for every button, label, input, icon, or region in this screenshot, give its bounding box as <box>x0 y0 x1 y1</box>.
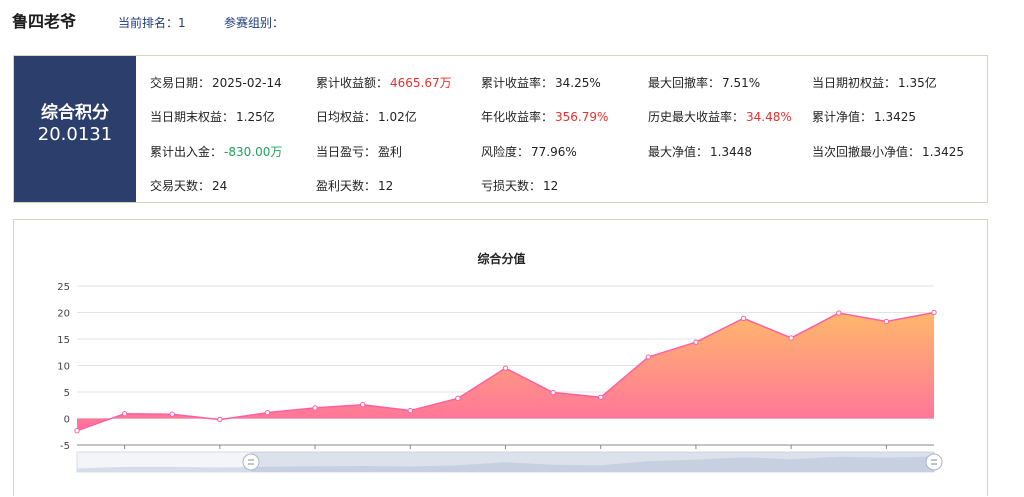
data-zoom-slider <box>76 451 943 473</box>
data-point <box>455 395 461 402</box>
data-point <box>217 416 223 423</box>
stat-value: 77.96% <box>531 145 577 159</box>
stat-value: 1.3425 <box>922 145 965 159</box>
stat-item: 当日期末权益： 1.25亿 <box>150 108 275 125</box>
data-point <box>359 402 366 408</box>
stat-value: 24 <box>212 179 228 193</box>
rank-label: 当前排名： <box>118 16 179 30</box>
stat-label: 年化收益率： <box>481 110 554 124</box>
stat-value: 356.79% <box>555 110 609 124</box>
stat-value: 7.51% <box>722 76 761 90</box>
composite-score-box: 综合积分 20.0131 <box>14 56 136 202</box>
stat-item: 累计收益率： 34.25% <box>481 74 601 91</box>
stat-item: 累计收益额： 4665.67万 <box>316 74 452 91</box>
stat-label: 当次回撤最小净值： <box>812 145 921 159</box>
stat-item: 累计出入金： -830.00万 <box>150 143 282 160</box>
group-label: 参赛组别： <box>224 16 285 30</box>
zoom-handle[interactable] <box>925 453 943 471</box>
stat-item: 最大回撤率： 7.51% <box>648 74 760 91</box>
stat-item: 年化收益率： 356.79% <box>481 108 608 125</box>
data-point <box>788 335 794 341</box>
stat-value: 2025-02-14 <box>212 76 282 90</box>
stat-label: 累计净值： <box>812 110 873 124</box>
stat-label: 交易日期： <box>150 76 211 90</box>
y-tick-label: 0 <box>64 415 70 426</box>
data-point <box>550 389 556 396</box>
stat-item: 历史最大收益率： 34.48% <box>648 108 792 125</box>
player-name: 鲁四老爷 <box>12 12 77 31</box>
stat-label: 日均权益： <box>316 110 377 124</box>
rank-value: 1 <box>178 16 186 30</box>
data-point <box>169 411 175 417</box>
y-tick-label: -5 <box>60 441 70 452</box>
y-tick-label: 10 <box>57 362 70 373</box>
data-point <box>598 394 604 401</box>
stat-value: 1.3448 <box>710 145 753 159</box>
stat-value: 1.3425 <box>874 110 917 124</box>
stat-value: 4665.67万 <box>390 76 452 90</box>
chart-panel: 综合分值 -50510152025 2025-01-142025-01-1620… <box>13 219 988 496</box>
stat-value: -830.00万 <box>224 145 283 159</box>
data-point <box>931 309 937 316</box>
stat-label: 历史最大收益率： <box>648 110 745 124</box>
stat-value: 34.48% <box>746 110 792 124</box>
summary-panel: 综合积分 20.0131 交易日期： 2025-02-14 累计收益额： 4665.6… <box>13 55 988 203</box>
stat-value: 1.35亿 <box>898 76 937 90</box>
data-point <box>693 339 699 345</box>
zoom-handle[interactable] <box>242 453 260 471</box>
data-point <box>502 365 509 371</box>
composite-score-value: 20.0131 <box>37 124 113 145</box>
y-tick-label: 15 <box>57 335 70 346</box>
data-point <box>121 411 128 417</box>
zoom-selection <box>251 452 934 472</box>
data-point <box>645 354 652 360</box>
stat-item: 当次回撤最小净值： 1.3425 <box>812 143 964 160</box>
data-point <box>836 310 842 316</box>
stat-label: 累计出入金： <box>150 145 223 159</box>
stat-label: 盈利天数： <box>316 179 377 193</box>
y-axis: -5 0 5 10 15 20 25 <box>57 282 70 452</box>
data-point <box>74 427 80 434</box>
data-point <box>312 405 318 411</box>
data-point <box>407 407 413 414</box>
stat-label: 最大回撤率： <box>648 76 721 90</box>
stat-label: 最大净值： <box>648 145 709 159</box>
stat-label: 风险度： <box>481 145 530 159</box>
y-tick-label: 20 <box>57 309 70 320</box>
y-tick-label: 5 <box>64 388 70 399</box>
stat-label: 交易天数： <box>150 179 211 193</box>
stat-item: 交易天数： 24 <box>150 177 227 194</box>
score-area-chart: -50510152025 2025-01-142025-01-162025-01… <box>57 282 943 473</box>
stat-item: 最大净值： 1.3448 <box>648 143 752 160</box>
stat-label: 累计收益额： <box>316 76 389 90</box>
stat-label: 当日盈亏： <box>316 145 377 159</box>
stat-label: 亏损天数： <box>481 179 542 193</box>
stat-value: 34.25% <box>555 76 601 90</box>
stat-item: 亏损天数： 12 <box>481 177 558 194</box>
y-tick-label: 25 <box>57 282 70 293</box>
data-point <box>264 409 271 416</box>
stat-item: 当日期初权益： 1.35亿 <box>812 74 937 91</box>
data-point <box>740 315 747 322</box>
stat-item: 当日盈亏： 盈利 <box>316 143 402 160</box>
stat-value: 1.02亿 <box>378 110 417 124</box>
data-point <box>883 318 890 325</box>
stat-value: 12 <box>543 179 559 193</box>
stat-value: 盈利 <box>378 145 403 159</box>
stat-item: 交易日期： 2025-02-14 <box>150 74 282 91</box>
composite-score-label: 综合积分 <box>41 103 109 123</box>
stat-item: 累计净值： 1.3425 <box>812 108 916 125</box>
group-info: 参赛组别： <box>224 14 284 31</box>
stat-value: 12 <box>378 179 394 193</box>
stat-label: 当日期末权益： <box>150 110 235 124</box>
stat-label: 累计收益率： <box>481 76 554 90</box>
rank-info: 当前排名：1 <box>118 14 186 31</box>
stat-label: 当日期初权益： <box>812 76 897 90</box>
stat-item: 盈利天数： 12 <box>316 177 393 194</box>
stat-value: 1.25亿 <box>236 110 275 124</box>
page-header: 鲁四老爷 当前排名：1 参赛组别： <box>0 0 1024 44</box>
stat-item: 日均权益： 1.02亿 <box>316 108 417 125</box>
stat-item: 风险度： 77.96% <box>481 143 577 160</box>
